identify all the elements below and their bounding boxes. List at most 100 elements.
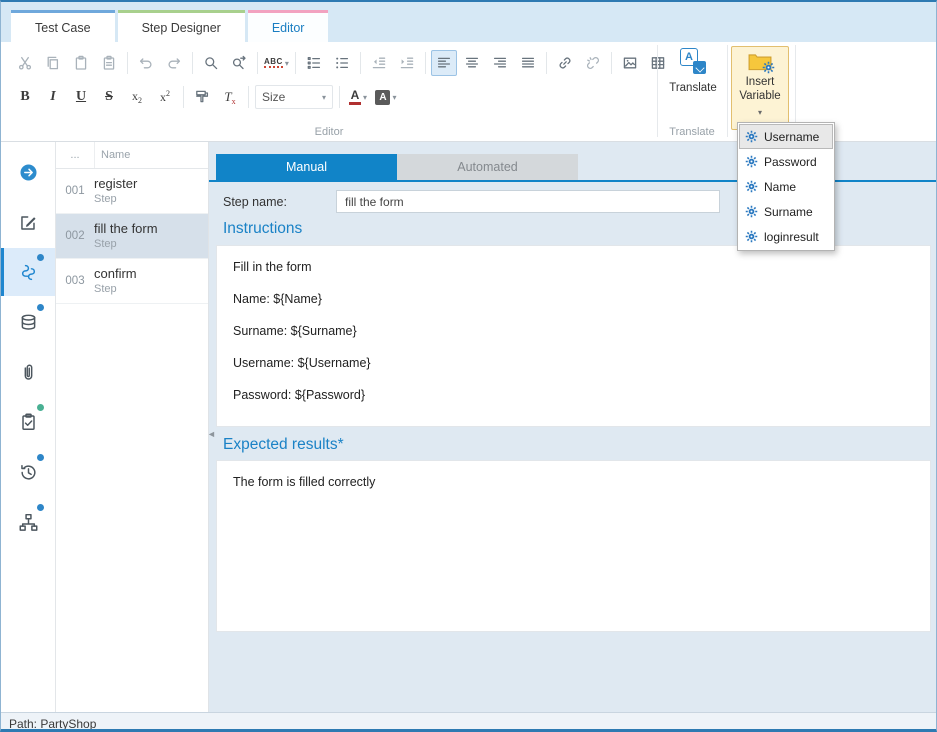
menu-item-username[interactable]: Username bbox=[739, 124, 833, 149]
clear-format-button[interactable]: Tx bbox=[217, 84, 243, 110]
instruction-line: Username: ${Username} bbox=[233, 356, 914, 371]
format-painter-icon[interactable] bbox=[189, 84, 215, 110]
menu-item-loginresult[interactable]: loginresult bbox=[739, 224, 833, 249]
edit-icon bbox=[19, 213, 38, 232]
ribbon-group-divider bbox=[657, 45, 658, 137]
gear-icon bbox=[745, 155, 758, 168]
step-row[interactable]: 003 confirmStep bbox=[56, 259, 208, 304]
steps-icon bbox=[19, 263, 38, 282]
step-row-selected[interactable]: 002 fill the formStep bbox=[56, 214, 208, 259]
strikethrough-button[interactable]: S bbox=[96, 84, 122, 110]
sidebar-item-checklist[interactable] bbox=[1, 398, 55, 446]
spellcheck-icon: ABC bbox=[264, 58, 283, 69]
menu-item-label: Username bbox=[764, 130, 819, 144]
notification-dot bbox=[37, 304, 44, 311]
translate-icon: A bbox=[680, 48, 706, 74]
sidebar-item-edit[interactable] bbox=[1, 198, 55, 246]
step-name: fill the form bbox=[94, 222, 158, 236]
step-type: Step bbox=[94, 193, 137, 205]
translate-button[interactable]: A Translate bbox=[661, 48, 725, 94]
copy-icon[interactable] bbox=[40, 50, 66, 76]
step-name-label: Step name: bbox=[223, 195, 287, 209]
increase-indent-icon[interactable] bbox=[394, 50, 420, 76]
instruction-line: Surname: ${Surname} bbox=[233, 324, 914, 339]
bold-button[interactable]: B bbox=[12, 84, 38, 110]
font-size-dropdown[interactable]: Size bbox=[255, 85, 333, 109]
notification-dot bbox=[37, 404, 44, 411]
toolbar-separator bbox=[127, 52, 128, 74]
menu-item-label: Name bbox=[764, 180, 796, 194]
toolbar-separator bbox=[257, 52, 258, 74]
sidebar-item-go[interactable] bbox=[1, 148, 55, 196]
cut-icon[interactable] bbox=[12, 50, 38, 76]
insert-variable-label: Insert Variable bbox=[736, 75, 784, 104]
tab-manual[interactable]: Manual bbox=[216, 154, 397, 180]
status-bar: Path: PartyShop bbox=[1, 712, 936, 732]
align-right-icon[interactable] bbox=[487, 50, 513, 76]
notification-dot bbox=[37, 454, 44, 461]
underline-button[interactable]: U bbox=[68, 84, 94, 110]
menu-item-label: loginresult bbox=[764, 230, 819, 244]
align-justify-icon[interactable] bbox=[515, 50, 541, 76]
menu-item-surname[interactable]: Surname bbox=[739, 199, 833, 224]
tab-editor[interactable]: Editor bbox=[248, 10, 329, 42]
bullet-list-icon[interactable] bbox=[329, 50, 355, 76]
align-left-icon[interactable] bbox=[431, 50, 457, 76]
instructions-heading: Instructions bbox=[223, 220, 302, 238]
step-number: 003 bbox=[56, 275, 94, 287]
go-icon bbox=[19, 163, 38, 182]
subscript-button[interactable]: x2 bbox=[124, 84, 150, 110]
sidebar-item-history[interactable] bbox=[1, 448, 55, 496]
sidebar-item-hierarchy[interactable] bbox=[1, 498, 55, 546]
unlink-icon[interactable] bbox=[580, 50, 606, 76]
insert-variable-button[interactable]: Insert Variable bbox=[731, 46, 789, 130]
superscript-button[interactable]: x2 bbox=[152, 84, 178, 110]
numbered-list-icon[interactable] bbox=[301, 50, 327, 76]
paste-text-icon[interactable] bbox=[96, 50, 122, 76]
image-icon[interactable] bbox=[617, 50, 643, 76]
search-icon[interactable] bbox=[198, 50, 224, 76]
clear-format-icon: Tx bbox=[224, 89, 235, 106]
sidebar-item-attachments[interactable] bbox=[1, 348, 55, 396]
tab-automated[interactable]: Automated bbox=[397, 154, 578, 180]
editor-group-label: Editor bbox=[1, 126, 657, 138]
ribbon-row-2: B I U S x2 x2 Tx Size A A bbox=[11, 84, 400, 110]
collapse-panel-handle[interactable] bbox=[207, 426, 217, 442]
step-type: Step bbox=[94, 238, 158, 250]
instruction-line: Name: ${Name} bbox=[233, 292, 914, 307]
toolbar-separator bbox=[546, 52, 547, 74]
steps-list-header: ... Name bbox=[56, 142, 208, 169]
redo-icon[interactable] bbox=[161, 50, 187, 76]
translate-group-label: Translate bbox=[657, 126, 727, 138]
menu-item-password[interactable]: Password bbox=[739, 149, 833, 174]
sidebar-item-steps[interactable] bbox=[1, 248, 55, 296]
instruction-line: Fill in the form bbox=[233, 260, 914, 275]
spellcheck-button[interactable]: ABC bbox=[263, 50, 290, 76]
decrease-indent-icon[interactable] bbox=[366, 50, 392, 76]
find-replace-icon[interactable] bbox=[226, 50, 252, 76]
toolbar-separator bbox=[248, 86, 249, 108]
link-icon[interactable] bbox=[552, 50, 578, 76]
step-row[interactable]: 001 registerStep bbox=[56, 169, 208, 214]
paste-icon[interactable] bbox=[68, 50, 94, 76]
menu-item-label: Password bbox=[764, 155, 817, 169]
step-name: register bbox=[94, 177, 137, 191]
text-color-button[interactable]: A bbox=[345, 84, 371, 110]
align-center-icon[interactable] bbox=[459, 50, 485, 76]
tab-test-case[interactable]: Test Case bbox=[11, 10, 115, 42]
menu-item-label: Surname bbox=[764, 205, 813, 219]
undo-icon[interactable] bbox=[133, 50, 159, 76]
italic-button[interactable]: I bbox=[40, 84, 66, 110]
fill-color-button[interactable]: A bbox=[373, 84, 399, 110]
instructions-editor[interactable]: Fill in the form Name: ${Name} Surname: … bbox=[216, 245, 931, 427]
chevron-down-icon bbox=[758, 105, 762, 119]
sidebar-item-data[interactable] bbox=[1, 298, 55, 346]
tab-step-designer[interactable]: Step Designer bbox=[118, 10, 245, 42]
toolbar-separator bbox=[425, 52, 426, 74]
expected-results-editor[interactable]: The form is filled correctly bbox=[216, 460, 931, 632]
column-header-name: Name bbox=[94, 142, 208, 168]
menu-item-name[interactable]: Name bbox=[739, 174, 833, 199]
insert-variable-icon bbox=[748, 52, 772, 72]
step-name-input[interactable] bbox=[336, 190, 720, 213]
paperclip-icon bbox=[19, 363, 38, 382]
